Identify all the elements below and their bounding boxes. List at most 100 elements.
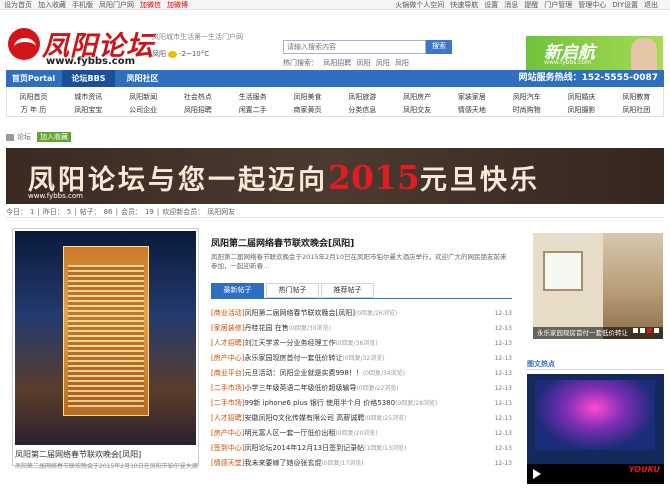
site-logo[interactable]: 凤阳论坛 www.fybbs.com xyxy=(6,24,153,70)
topbar-link[interactable]: 设置 xyxy=(484,1,498,9)
post-cat[interactable]: [房产中心] xyxy=(211,354,244,362)
topbar-link[interactable]: 手机版 xyxy=(72,1,93,9)
topbar-link[interactable]: 退出 xyxy=(644,1,658,9)
video-player[interactable]: YOUKU xyxy=(527,374,664,484)
post-cat[interactable]: [二手市场] xyxy=(211,384,244,392)
sub-nav-link[interactable]: 万 年 历 xyxy=(7,103,60,117)
featured-photo[interactable]: 凤阳第二届网络春节联欢晚会[凤阳] 凤阳第二届网络春节联欢晚会于2015年2月1… xyxy=(12,228,199,470)
sub-nav-link[interactable]: 凤阳交友 xyxy=(391,103,444,117)
post-title[interactable]: 永乐家园现房首付一套低价转让 xyxy=(244,354,342,362)
post-item[interactable]: [家居装修]丹桂花园 在售(0回复/30浏览) 12-13 xyxy=(211,321,512,336)
topbar-link[interactable]: 加微博 xyxy=(167,1,188,9)
sub-nav-link[interactable]: 凤阳宝宝 xyxy=(62,103,115,117)
topbar-link[interactable]: 管理中心 xyxy=(578,1,606,9)
post-title[interactable]: 丹桂花园 在售 xyxy=(244,324,288,332)
hot-search-item[interactable]: 凤阳 xyxy=(356,59,370,67)
topbar-link[interactable]: 加入收藏 xyxy=(38,1,66,9)
sub-nav-link[interactable]: 分类信息 xyxy=(336,103,389,117)
post-item[interactable]: [商业平台]元旦活动：凤阳企业就是实费998！！(0回复/34浏览) 12-13 xyxy=(211,366,512,381)
post-title[interactable]: 元旦活动：凤阳企业就是实费998！！ xyxy=(244,369,362,377)
sub-nav-link[interactable]: 凤阳美食 xyxy=(281,90,334,104)
sub-nav-link[interactable]: 时尚购物 xyxy=(500,103,553,117)
sub-nav-link[interactable]: 闲置二手 xyxy=(226,103,279,117)
tab-hot[interactable]: 热门帖子 xyxy=(266,283,319,298)
nav-community[interactable]: 凤阳社区 xyxy=(116,70,169,87)
new-year-banner[interactable]: 凤阳论坛与您一起迈向2015元旦快乐 www.fybbs.com xyxy=(6,148,664,204)
post-item[interactable]: [人才招聘]安徽凤阳Q文化传媒有限公司 高薪诚聘(0回复/25浏览) 12-13 xyxy=(211,411,512,426)
header-ad-banner[interactable]: 新启航 www.fybbs.com xyxy=(526,36,663,70)
post-cat[interactable]: [商业平台] xyxy=(211,369,244,377)
sub-nav-link[interactable]: 城市资讯 xyxy=(62,90,115,104)
post-cat[interactable]: [情感天堂] xyxy=(211,459,244,467)
hot-search-item[interactable]: 凤阳招聘 xyxy=(323,59,351,67)
post-title[interactable]: 凤阳第二届网络春节联欢晚会[凤阳] xyxy=(244,309,354,317)
play-icon[interactable] xyxy=(533,469,541,479)
post-title[interactable]: 安徽凤阳Q文化传媒有限公司 高薪诚聘 xyxy=(244,414,364,422)
sub-nav-link[interactable]: 凤阳首页 xyxy=(7,90,60,104)
sub-nav-link[interactable]: 商家黄页 xyxy=(281,103,334,117)
topbar-link[interactable]: 火锅做个人空间 xyxy=(395,1,444,9)
post-title[interactable]: 99新 iphone6 plus 银行 使用半个月 价格5380 xyxy=(244,399,395,407)
sub-nav-link[interactable]: 公司企业 xyxy=(117,103,170,117)
post-title[interactable]: 凤阳论坛2014年12月13日签到记录帖 xyxy=(244,444,364,452)
sub-nav-link[interactable]: 凤阳婚庆 xyxy=(555,90,608,104)
topbar-link[interactable]: 设为首页 xyxy=(4,1,32,9)
sub-nav-link[interactable]: 凤阳社团 xyxy=(610,103,663,117)
post-item[interactable]: [人才招聘]刘江天学求一分业务经理工作(0回复/36浏览) 12-13 xyxy=(211,336,512,351)
post-item[interactable]: [情感天堂]我未来要嫁了她@张玄焜(0回复/17浏览) 12-13 xyxy=(211,456,512,471)
search-input[interactable] xyxy=(283,40,426,54)
hot-search-item[interactable]: 凤阳 xyxy=(395,59,409,67)
slideshow-dot[interactable] xyxy=(654,328,659,333)
tab-latest[interactable]: 最新帖子 xyxy=(211,283,264,298)
topbar-link[interactable]: 凤阳门户网 xyxy=(99,1,134,9)
nav-portal[interactable]: 首页Portal xyxy=(6,70,61,87)
sub-nav-link[interactable]: 凤阳房产 xyxy=(391,90,444,104)
hot-search-item[interactable]: 凤阳 xyxy=(376,59,390,67)
topbar-link[interactable]: DIY设置 xyxy=(612,1,638,9)
post-item[interactable]: [商业活动]凤阳第二届网络春节联欢晚会[凤阳](0回复/26浏览) 12-13 xyxy=(211,306,512,321)
topbar-link[interactable]: 门户管理 xyxy=(544,1,572,9)
search-button[interactable]: 搜索 xyxy=(426,40,452,54)
post-cat[interactable]: [家居装修] xyxy=(211,324,244,332)
post-cat[interactable]: [商业活动] xyxy=(211,309,244,317)
slideshow-dot[interactable] xyxy=(633,328,638,333)
breadcrumb-forum[interactable]: 论坛 xyxy=(17,133,31,141)
add-favorite-button[interactable]: 加入收藏 xyxy=(37,132,71,142)
sub-nav-link[interactable]: 凤阳摄影 xyxy=(555,103,608,117)
topbar-link[interactable]: 消息 xyxy=(504,1,518,9)
topbar-link[interactable]: 加微信 xyxy=(140,1,161,9)
post-item[interactable]: [房产中心]明光富人区一套一厅低价出租(0回复/20浏览) 12-13 xyxy=(211,426,512,441)
post-cat[interactable]: [房产中心] xyxy=(211,429,244,437)
sub-nav-link[interactable]: 情感天地 xyxy=(445,103,498,117)
post-title[interactable]: 小学三年级英语二年级低价超级输导 xyxy=(244,384,356,392)
sub-nav-link[interactable]: 家装家居 xyxy=(445,90,498,104)
post-item[interactable]: [签到中心]凤阳论坛2014年12月13日签到记录帖(1回复/13浏览) 12-1… xyxy=(211,441,512,456)
post-cat[interactable]: [人才招聘] xyxy=(211,414,244,422)
sub-nav-link[interactable]: 凤阳招聘 xyxy=(171,103,224,117)
photo-caption[interactable]: 凤阳第二届网络春节联欢晚会[凤阳] xyxy=(15,449,198,460)
sub-nav-link[interactable]: 凤阳汽车 xyxy=(500,90,553,104)
sub-nav-link[interactable]: 凤阳旅游 xyxy=(336,90,389,104)
slideshow-dot[interactable] xyxy=(647,328,652,333)
slideshow-dot[interactable] xyxy=(640,328,645,333)
home-icon[interactable] xyxy=(6,133,14,141)
tab-recommended[interactable]: 推荐帖子 xyxy=(321,283,374,298)
nav-bbs[interactable]: 论坛BBS xyxy=(62,70,115,87)
post-cat[interactable]: [人才招聘] xyxy=(211,339,244,347)
topbar-link[interactable]: 快速导航 xyxy=(450,1,478,9)
post-item[interactable]: [二手市场]99新 iphone6 plus 银行 使用半个月 价格5380(0… xyxy=(211,396,512,411)
post-title[interactable]: 刘江天学求一分业务经理工作 xyxy=(244,339,335,347)
post-title[interactable]: 我未来要嫁了她@张玄焜 xyxy=(244,459,321,467)
topbar-link[interactable]: 提醒 xyxy=(524,1,538,9)
sub-nav-link[interactable]: 凤阳新闻 xyxy=(117,90,170,104)
post-item[interactable]: [二手市场]小学三年级英语二年级低价超级输导(0回复/22浏览) 12-13 xyxy=(211,381,512,396)
sub-nav-link[interactable]: 生活服务 xyxy=(226,90,279,104)
sub-nav-link[interactable]: 社会热点 xyxy=(171,90,224,104)
post-item[interactable]: [房产中心]永乐家园现房首付一套低价转让(0回复/32浏览) 12-13 xyxy=(211,351,512,366)
post-title[interactable]: 明光富人区一套一厅低价出租 xyxy=(244,429,335,437)
headline-title[interactable]: 凤阳第二届网络春节联欢晚会[凤阳] xyxy=(211,236,354,249)
right-slideshow[interactable]: 永乐家园现房首付一套低价转让 xyxy=(533,233,663,339)
post-cat[interactable]: [签到中心] xyxy=(211,444,244,452)
sub-nav-link[interactable]: 凤阳教育 xyxy=(610,90,663,104)
post-cat[interactable]: [二手市场] xyxy=(211,399,244,407)
